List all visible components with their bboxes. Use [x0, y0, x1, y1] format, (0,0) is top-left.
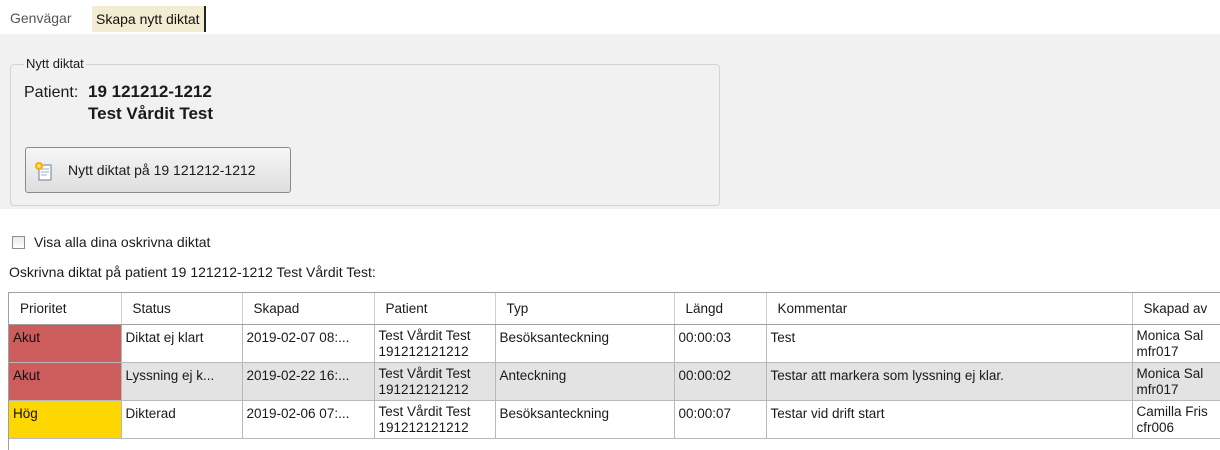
column-header-patient[interactable]: Patient — [374, 293, 495, 325]
created-cell: 2019-02-22 16:... — [242, 363, 374, 401]
priority-cell: Akut — [9, 325, 121, 363]
status-cell: Diktat ej klart — [121, 325, 242, 363]
tab-shortcuts[interactable]: Genvägar — [10, 10, 71, 26]
table-header-row: Prioritet Status Skapad Patient Typ Läng… — [9, 293, 1220, 325]
patient-cell: Test Vårdit Test191212121212 — [374, 363, 495, 401]
patient-cell: Test Vårdit Test191212121212 — [374, 401, 495, 439]
created-by-name: Monica Sal — [1137, 366, 1220, 382]
type-cell: Besöksanteckning — [495, 401, 674, 439]
show-all-checkbox[interactable] — [12, 236, 25, 249]
dictation-table: Prioritet Status Skapad Patient Typ Läng… — [9, 293, 1220, 439]
created-by-cell: Camilla Friscfr006 — [1132, 401, 1220, 439]
patient-cell-name: Test Vårdit Test — [379, 366, 492, 382]
length-cell: 00:00:02 — [674, 363, 766, 401]
new-document-icon — [33, 160, 55, 182]
comment-cell: Testar vid drift start — [766, 401, 1132, 439]
comment-cell: Test — [766, 325, 1132, 363]
length-cell: 00:00:03 — [674, 325, 766, 363]
created-by-name: Monica Sal — [1137, 328, 1220, 344]
created-by-cell: Monica Salmfr017 — [1132, 325, 1220, 363]
new-dictation-button-label: Nytt diktat på 19 121212-1212 — [68, 162, 256, 178]
patient-cell-name: Test Vårdit Test — [379, 328, 492, 344]
patient-id: 19 121212-1212 — [88, 82, 212, 102]
created-by-id: cfr006 — [1137, 420, 1220, 436]
table-row[interactable]: Akut Lyssning ej k... 2019-02-22 16:... … — [9, 363, 1220, 401]
status-cell: Lyssning ej k... — [121, 363, 242, 401]
created-by-cell: Monica Salmfr017 — [1132, 363, 1220, 401]
type-cell: Anteckning — [495, 363, 674, 401]
show-all-checkbox-label[interactable]: Visa alla dina oskrivna diktat — [34, 234, 210, 250]
patient-cell-name: Test Vårdit Test — [379, 404, 492, 420]
column-header-type[interactable]: Typ — [495, 293, 674, 325]
column-header-priority[interactable]: Prioritet — [9, 293, 121, 325]
status-cell: Dikterad — [121, 401, 242, 439]
patient-cell-id: 191212121212 — [379, 382, 492, 398]
table-row[interactable]: Hög Dikterad 2019-02-06 07:... Test Vård… — [9, 401, 1220, 439]
tab-bar: Genvägar Skapa nytt diktat — [0, 0, 1220, 34]
priority-cell: Akut — [9, 363, 121, 401]
column-header-created[interactable]: Skapad — [242, 293, 374, 325]
new-dictation-button[interactable]: Nytt diktat på 19 121212-1212 — [25, 147, 291, 193]
comment-cell: Testar att markera som lyssning ej klar. — [766, 363, 1132, 401]
table-row[interactable]: Akut Diktat ej klart 2019-02-07 08:... T… — [9, 325, 1220, 363]
created-by-id: mfr017 — [1137, 344, 1220, 360]
column-header-created-by[interactable]: Skapad av — [1132, 293, 1220, 325]
length-cell: 00:00:07 — [674, 401, 766, 439]
groupbox-legend: Nytt diktat — [24, 56, 86, 71]
created-by-name: Camilla Fris — [1137, 404, 1220, 420]
type-cell: Besöksanteckning — [495, 325, 674, 363]
dictation-grid: Prioritet Status Skapad Patient Typ Läng… — [8, 292, 1220, 450]
column-header-status[interactable]: Status — [121, 293, 242, 325]
column-header-length[interactable]: Längd — [674, 293, 766, 325]
patient-cell-id: 191212121212 — [379, 344, 492, 360]
created-by-id: mfr017 — [1137, 382, 1220, 398]
priority-cell: Hög — [9, 401, 121, 439]
created-cell: 2019-02-06 07:... — [242, 401, 374, 439]
create-dictation-panel: Nytt diktat Patient: 19 121212-1212 Test… — [0, 34, 1220, 209]
patient-label: Patient: — [24, 84, 78, 102]
patient-cell-id: 191212121212 — [379, 420, 492, 436]
patient-name: Test Vårdit Test — [88, 104, 213, 124]
tab-create-dictation[interactable]: Skapa nytt diktat — [92, 6, 206, 32]
list-caption: Oskrivna diktat på patient 19 121212-121… — [9, 264, 376, 280]
patient-cell: Test Vårdit Test191212121212 — [374, 325, 495, 363]
created-cell: 2019-02-07 08:... — [242, 325, 374, 363]
column-header-comment[interactable]: Kommentar — [766, 293, 1132, 325]
